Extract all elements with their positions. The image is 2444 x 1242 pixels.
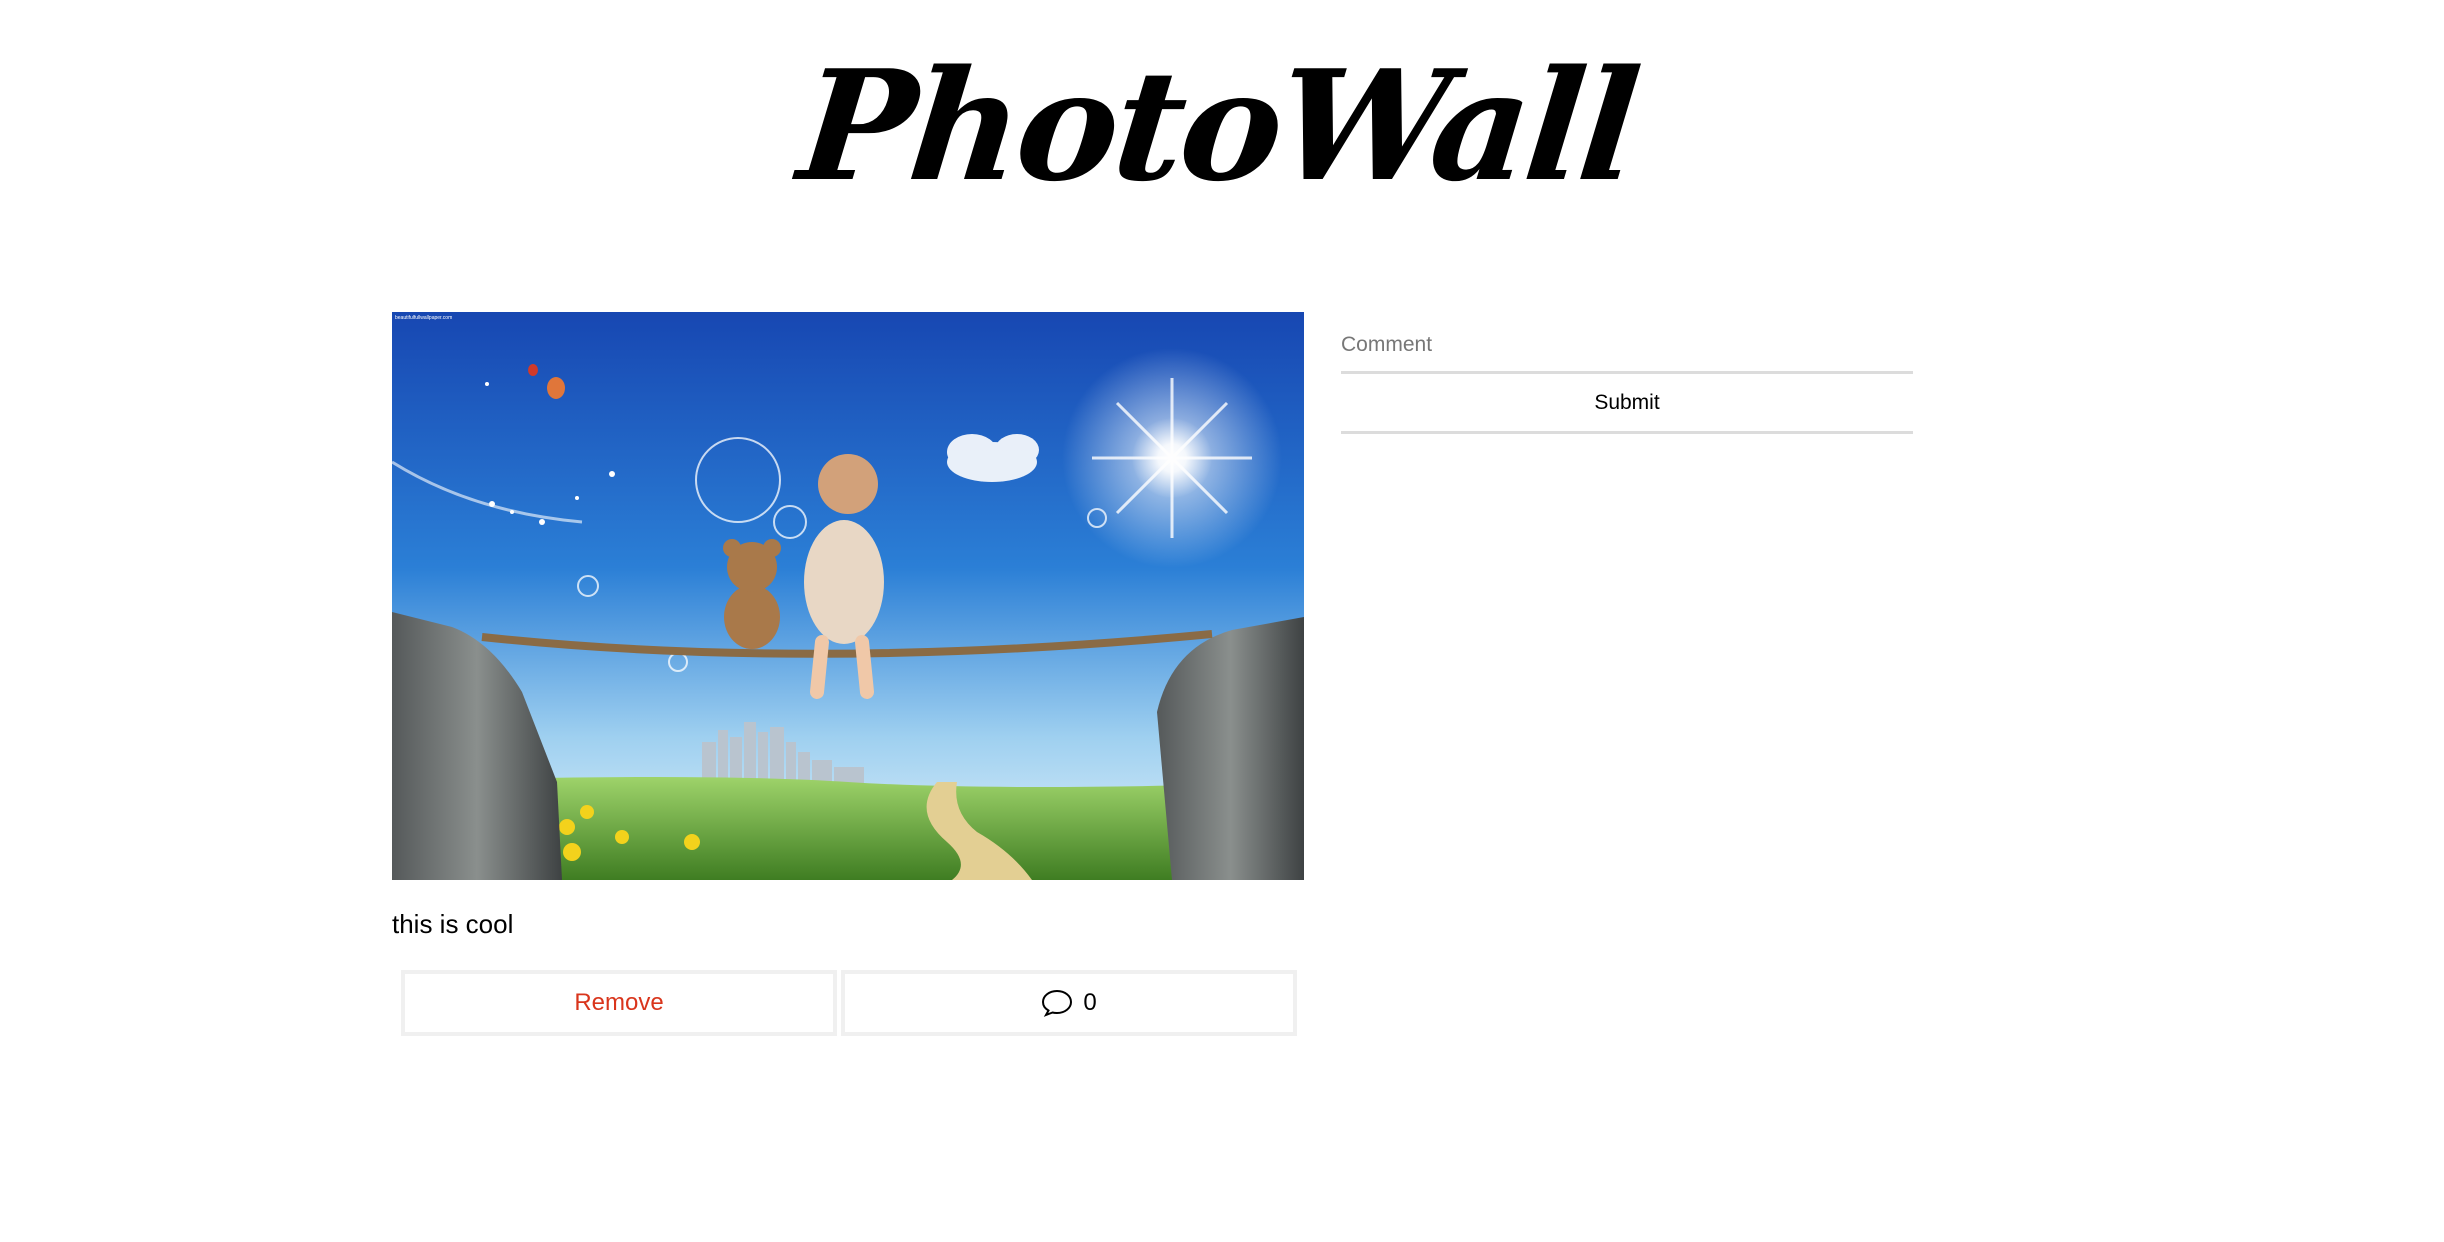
image-watermark: beautifulfullwallpaper.com xyxy=(395,315,452,321)
speech-bubble-icon xyxy=(1042,989,1073,1017)
app-title: PhotoWall xyxy=(0,36,2444,216)
submit-button[interactable]: Submit xyxy=(1341,374,1913,434)
post-actions: Remove 0 xyxy=(401,970,1297,1036)
post-photo[interactable]: beautifulfullwallpaper.com xyxy=(392,312,1304,880)
post-caption: this is cool xyxy=(392,909,514,939)
app-title-text: PhotoWall xyxy=(792,36,1645,215)
comments-button[interactable]: 0 xyxy=(841,970,1297,1036)
comment-form: Submit xyxy=(1341,318,1913,434)
post-photo-image: beautifulfullwallpaper.com xyxy=(392,312,1304,880)
remove-button[interactable]: Remove xyxy=(401,970,837,1036)
comment-input[interactable] xyxy=(1341,318,1913,374)
comment-count: 0 xyxy=(1083,989,1097,1016)
